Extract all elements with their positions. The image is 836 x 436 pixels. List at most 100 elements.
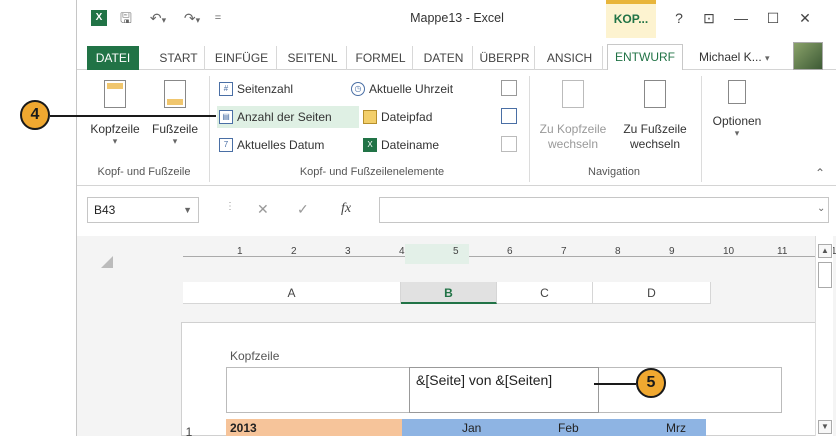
calendar-icon: 7 (219, 138, 233, 152)
page: X 🖫 ↶▾ ↷▾ = Mappe13 - Excel KOP... ? ⊡ —… (0, 0, 836, 436)
zu-kopfzeile-wechseln-button[interactable]: Zu Kopfzeile wechseln (533, 80, 613, 152)
page-layout-sheet: Kopfzeile &[Seite] von &[Seiten] 1 2013 … (181, 322, 821, 436)
header-center-text[interactable]: &[Seite] von &[Seiten] (416, 372, 552, 388)
worksheet-area: 123456789101112 A B C D Kopfzeile &[Seit… (77, 236, 836, 436)
cell-d1[interactable]: Mrz (666, 419, 706, 436)
cancel-button[interactable]: ✕ (257, 201, 269, 218)
kopfzeile-button[interactable]: Kopfzeile ▾ (87, 80, 143, 147)
row-number[interactable]: 1 (174, 425, 204, 436)
avatar[interactable] (793, 42, 823, 70)
tab-seitenlayout[interactable]: SEITENL (279, 46, 347, 70)
vertical-scrollbar[interactable]: ▲ ▼ (815, 236, 833, 436)
group-divider (529, 76, 530, 182)
undo-button[interactable]: ↶▾ (143, 8, 173, 28)
scroll-down-icon[interactable]: ▼ (818, 420, 832, 434)
dateiname-button[interactable]: X Dateiname (361, 134, 471, 156)
select-all-corner[interactable] (101, 256, 113, 268)
header-row-months (402, 419, 706, 436)
optionen-button[interactable]: Optionen ▾ (707, 80, 767, 139)
goto-footer-icon (644, 80, 666, 108)
context-tab-kopfzeile[interactable]: KOP... (606, 0, 656, 38)
clock-icon: ◷ (351, 82, 365, 96)
tab-daten[interactable]: DATEN (415, 46, 473, 70)
name-box[interactable]: B43 ▼ (87, 197, 199, 223)
minimize-button[interactable]: — (727, 8, 755, 28)
excel-app-icon[interactable]: X (91, 10, 107, 26)
insert-function-button[interactable]: fx (341, 201, 351, 217)
ruler-number: 10 (723, 246, 735, 257)
column-header-d[interactable]: D (593, 282, 711, 304)
aktuelle-uhrzeit-button[interactable]: ◷ Aktuelle Uhrzeit (349, 78, 501, 100)
footer-icon (164, 80, 186, 108)
aktuelles-datum-button[interactable]: 7 Aktuelles Datum (217, 134, 355, 156)
tab-datei[interactable]: DATEI (87, 46, 139, 70)
ruler-number: 4 (399, 246, 405, 257)
customize-quick-access-button[interactable]: = (211, 8, 225, 28)
ruler-number: 2 (291, 246, 297, 257)
ribbon-tabs: DATEI START EINFÜGE SEITENL FORMEL DATEN… (77, 38, 836, 71)
group-label-navigation: Navigation (588, 166, 640, 178)
redo-button[interactable]: ↷▾ (177, 8, 207, 28)
save-icon[interactable]: 🖫 (117, 8, 135, 28)
collapse-ribbon-icon[interactable]: ⌃ (815, 166, 825, 180)
fusszeile-button[interactable]: Fußzeile ▾ (147, 80, 203, 147)
formula-bar: B43 ▼ ⋮ ✕ ✓ fx ⌄ (77, 193, 836, 227)
anzahl-der-seiten-button[interactable]: ▤ Anzahl der Seiten (217, 106, 359, 128)
tab-ueberpruefen[interactable]: ÜBERPR (475, 46, 535, 70)
chevron-down-icon: ▾ (112, 136, 118, 146)
tab-start[interactable]: START (153, 46, 205, 70)
group-divider (701, 76, 702, 182)
excel-window: X 🖫 ↶▾ ↷▾ = Mappe13 - Excel KOP... ? ⊡ —… (76, 0, 836, 436)
scroll-thumb[interactable] (818, 262, 832, 288)
cell-a1[interactable]: 2013 (226, 419, 402, 436)
callout-5-line (594, 383, 636, 385)
enter-button[interactable]: ✓ (297, 201, 309, 218)
formula-input[interactable] (379, 197, 829, 223)
callout-4-line (50, 115, 216, 117)
tab-entwurf[interactable]: ENTWURF (607, 44, 683, 71)
close-button[interactable]: ✕ (791, 8, 819, 28)
table-icon[interactable] (501, 80, 517, 96)
kopfzeile-label: Kopfzeile (90, 122, 140, 136)
picture-icon[interactable] (501, 108, 517, 124)
callout-4: 4 (20, 100, 50, 130)
ruler-number: 1 (237, 246, 243, 257)
chevron-down-icon: ▼ (183, 205, 192, 215)
header-icon (104, 80, 126, 108)
ruler-number: 5 (453, 246, 459, 257)
header-area[interactable]: &[Seite] von &[Seiten] (226, 367, 782, 413)
dateipfad-button[interactable]: Dateipfad (361, 106, 471, 128)
tab-einfuegen[interactable]: EINFÜGE (207, 46, 277, 70)
seitenzahl-button[interactable]: # Seitenzahl (217, 78, 347, 100)
excel-file-icon: X (363, 138, 377, 152)
expand-formula-icon[interactable]: ⌄ (817, 203, 825, 214)
column-header-b[interactable]: B (401, 282, 497, 304)
page-count-icon: ▤ (219, 110, 233, 124)
ruler-number: 11 (777, 246, 788, 257)
ribbon-display-button[interactable]: ⊡ (695, 8, 723, 28)
zu-fusszeile-wechseln-button[interactable]: Zu Fußzeile wechseln (615, 80, 695, 152)
ribbon: Kopfzeile ▾ Fußzeile ▾ Kopf- und Fußzeil… (77, 70, 836, 186)
tab-ansicht[interactable]: ANSICH (537, 46, 603, 70)
format-picture-icon[interactable] (501, 136, 517, 152)
chevron-down-icon: ▾ (172, 136, 178, 146)
more-icon: ⋮ (225, 201, 235, 212)
kopfzeile-label: Kopfzeile (230, 349, 280, 363)
help-button[interactable]: ? (665, 8, 693, 28)
group-label-kopf-fusszeile: Kopf- und Fußzeile (97, 166, 191, 178)
column-header-c[interactable]: C (497, 282, 593, 304)
callout-5: 5 (636, 368, 666, 398)
maximize-button[interactable]: ☐ (759, 8, 787, 28)
title-bar: X 🖫 ↶▾ ↷▾ = Mappe13 - Excel KOP... ? ⊡ —… (77, 0, 836, 38)
ruler: 123456789101112 (183, 244, 836, 264)
ruler-number: 9 (669, 246, 675, 257)
fusszeile-label: Fußzeile (151, 122, 198, 136)
tab-formeln[interactable]: FORMEL (349, 46, 413, 70)
header-center-section[interactable]: &[Seite] von &[Seiten] (409, 367, 599, 413)
cell-c1[interactable]: Feb (558, 419, 598, 436)
account-name[interactable]: Michael K... ▾ (699, 50, 770, 64)
chevron-down-icon: ▾ (734, 128, 740, 138)
cell-b1[interactable]: Jan (462, 419, 502, 436)
column-header-a[interactable]: A (183, 282, 401, 304)
scroll-up-icon[interactable]: ▲ (818, 244, 832, 258)
